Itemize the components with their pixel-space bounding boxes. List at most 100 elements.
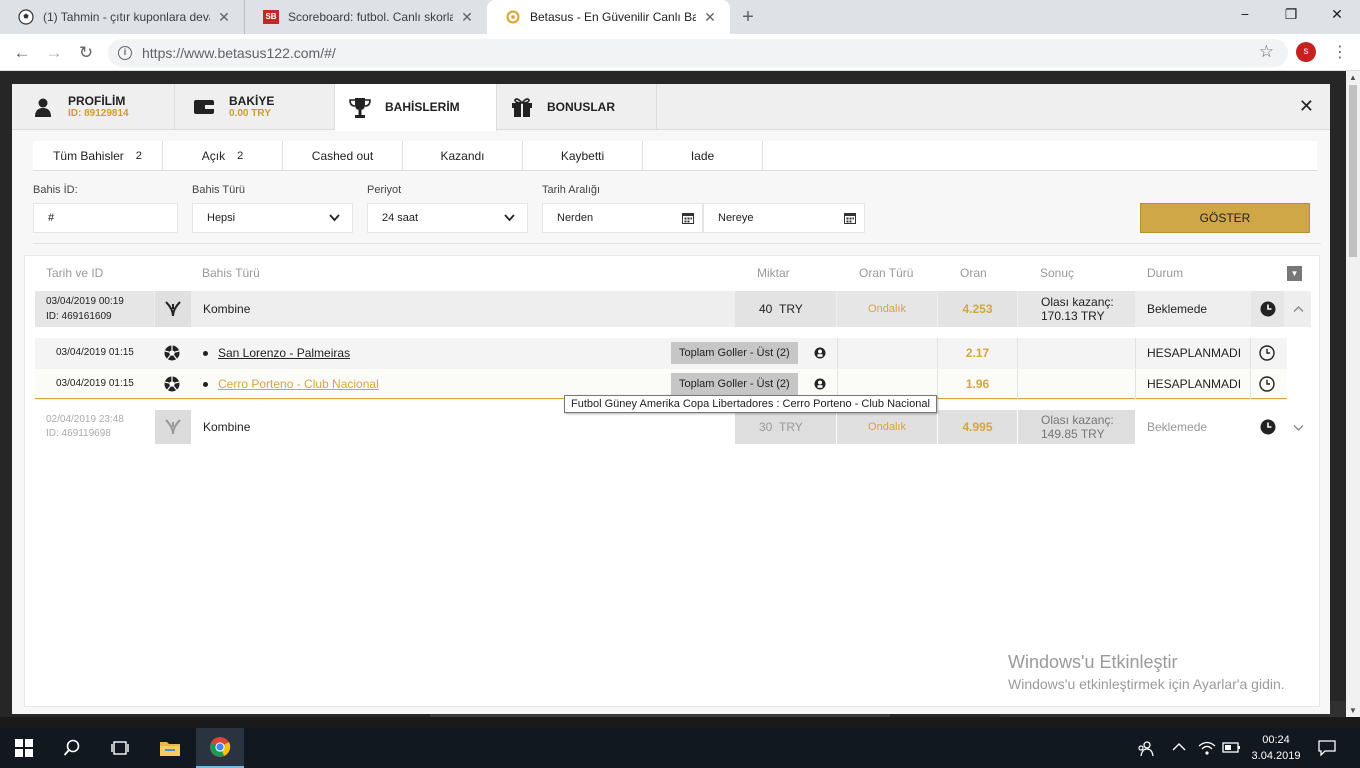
restore-button[interactable]: ❐ <box>1268 0 1314 30</box>
close-tab-icon[interactable]: ✕ <box>216 9 232 26</box>
odds-value: 4.253 <box>938 291 1017 327</box>
menu-kebab-icon[interactable]: ⋮ <box>1332 42 1348 62</box>
subtab-tum-bahisler[interactable]: Tüm Bahisler 2 <box>33 141 163 171</box>
modal-header: PROFİLİM ID: 89129814 BAKİYE 0.00 TRY BA… <box>12 84 1330 131</box>
chevron-down-icon <box>504 212 515 226</box>
collapse-all-icon[interactable]: ▼ <box>1287 266 1302 281</box>
odds-value: 4.995 <box>938 410 1017 444</box>
close-tab-icon[interactable]: ✕ <box>459 9 475 26</box>
amount-currency: TRY <box>779 302 803 316</box>
amount-currency: TRY <box>779 420 803 434</box>
profile-id: ID: 89129814 <box>68 108 129 119</box>
info-icon[interactable]: i <box>118 46 132 60</box>
window-close-button[interactable]: ✕ <box>1314 0 1360 30</box>
browser-tab-tahmin[interactable]: (1) Tahmin - çıtır kuponlara devam ✕ <box>0 0 244 34</box>
date-to-input[interactable]: Nereye <box>703 203 865 233</box>
face-icon <box>814 347 826 362</box>
amount-value: 30 <box>759 420 773 434</box>
bahis-turu-select[interactable]: Hepsi <box>192 203 353 233</box>
scrollbar-thumb[interactable] <box>1349 85 1357 257</box>
calendar-icon[interactable] <box>682 212 694 224</box>
task-view-icon[interactable] <box>96 728 144 768</box>
result-value: 170.13 TRY <box>1041 309 1105 323</box>
bet-filter-tabs: Tüm Bahisler 2 Açık 2 Cashed out Kazandı K… <box>33 141 1317 171</box>
new-tab-button[interactable]: + <box>738 6 758 28</box>
file-explorer-icon[interactable] <box>146 728 194 768</box>
date-from-input[interactable]: Nerden <box>542 203 703 233</box>
subtab-iade[interactable]: Iade <box>643 141 763 171</box>
bet-row[interactable]: 03/04/2019 00:19 ID: 469161609 Kombine 4… <box>35 291 1311 327</box>
chrome-taskbar-icon[interactable] <box>196 728 244 768</box>
subtab-acik[interactable]: Açık 2 <box>163 141 283 171</box>
selection-odds: 1.96 <box>965 377 990 391</box>
subtab-label: Cashed out <box>311 149 374 163</box>
chevron-down-icon[interactable] <box>1285 410 1311 444</box>
tarih-araligi-label: Tarih Aralığı <box>542 184 601 196</box>
tab-bahislerim[interactable]: BAHİSLERİM <box>335 84 497 131</box>
wallet-icon <box>191 96 217 118</box>
profile-avatar[interactable]: s <box>1296 42 1316 62</box>
bahis-turu-value: Hepsi <box>207 212 236 224</box>
bahis-id-input[interactable]: # <box>33 203 178 233</box>
bahis-id-label: Bahis İD: <box>33 184 78 196</box>
subtab-kazandi[interactable]: Kazandı <box>403 141 523 171</box>
header-durum: Durum <box>1147 266 1184 280</box>
browser-tab-scoreboard[interactable]: SB Scoreboard: futbol. Canlı skorlar, ✕ <box>244 0 487 34</box>
tab-profilim[interactable]: PROFİLİM ID: 89129814 <box>12 84 175 130</box>
divider <box>837 338 838 368</box>
bet-status: Beklemede <box>1136 410 1250 444</box>
chevron-up-tray-icon[interactable] <box>1172 740 1186 757</box>
chevron-up-icon[interactable] <box>1285 291 1311 327</box>
windows-start-icon[interactable] <box>0 728 48 768</box>
wifi-icon[interactable] <box>1198 740 1216 759</box>
bet-date-id: 02/04/2019 23:48 ID: 469119698 <box>35 410 154 444</box>
windows-activation-watermark: Windows'u Etkinleştir Windows'u etkinleş… <box>1008 652 1285 692</box>
selection-match-link[interactable]: Cerro Porteno - Club Nacional <box>218 377 379 391</box>
selection-match-link[interactable]: San Lorenzo - Palmeiras <box>218 346 350 360</box>
tab-label: BAKİYE <box>229 94 275 108</box>
reload-icon[interactable]: ↻ <box>74 41 98 65</box>
forward-arrow-icon[interactable]: → <box>42 41 66 65</box>
combo-icon <box>155 410 191 444</box>
watermark-subtitle: Windows'u etkinleştirmek için Ayarlar'a … <box>1008 676 1285 692</box>
bahis-id-value: # <box>48 212 55 224</box>
selection-row[interactable]: 03/04/2019 01:15 San Lorenzo - Palmeiras… <box>35 338 1287 368</box>
browser-tab-betasus[interactable]: Betasus - En Güvenilir Canlı Bahis ✕ <box>487 0 730 34</box>
notification-icon[interactable] <box>1318 740 1336 759</box>
calendar-icon[interactable] <box>844 212 856 224</box>
modal-close-icon[interactable]: ✕ <box>1299 96 1314 117</box>
back-arrow-icon[interactable]: ← <box>10 41 34 65</box>
soccer-ball-icon <box>18 9 34 25</box>
bet-result: Olası kazanç: 149.85 TRY <box>1018 410 1135 444</box>
page-scrollbar[interactable]: ▲ ▼ <box>1346 71 1360 717</box>
subtab-kaybetti[interactable]: Kaybetti <box>523 141 643 171</box>
watermark-title: Windows'u Etkinleştir <box>1008 652 1178 672</box>
scroll-down-arrow-icon[interactable]: ▼ <box>1346 706 1360 715</box>
browser-tab-title: Betasus - En Güvenilir Canlı Bahis <box>530 10 696 24</box>
scroll-up-arrow-icon[interactable]: ▲ <box>1346 73 1360 82</box>
periyot-select[interactable]: 24 saat <box>367 203 528 233</box>
trophy-icon <box>347 97 373 119</box>
periyot-value: 24 saat <box>382 212 419 224</box>
subtab-label: Kaybetti <box>560 149 605 163</box>
subtab-cashed-out[interactable]: Cashed out <box>283 141 403 171</box>
goster-button[interactable]: GÖSTER <box>1140 203 1310 233</box>
user-icon <box>30 96 56 118</box>
tab-bakiye[interactable]: BAKİYE 0.00 TRY <box>175 84 335 130</box>
odds-type: Ondalık <box>837 410 937 444</box>
battery-icon[interactable] <box>1222 740 1242 757</box>
minimize-button[interactable]: − <box>1222 0 1268 30</box>
bets-table: Tarih ve ID Bahis Türü Miktar Oran Türü … <box>24 255 1320 707</box>
close-tab-icon[interactable]: ✕ <box>702 9 718 26</box>
bet-selections: 03/04/2019 01:15 San Lorenzo - Palmeiras… <box>35 338 1287 400</box>
clock-outline-icon <box>1259 345 1275 364</box>
taskbar-clock[interactable]: 00:24 3.04.2019 <box>1250 732 1302 764</box>
address-bar[interactable]: i https://www.betasus122.com/#/ ☆ <box>108 39 1288 67</box>
tab-label: BAHİSLERİM <box>385 100 460 114</box>
selection-date: 03/04/2019 01:15 <box>56 378 134 389</box>
search-icon[interactable] <box>48 728 96 768</box>
tab-bonuslar[interactable]: BONUSLAR <box>497 84 657 130</box>
bookmark-star-icon[interactable]: ☆ <box>1259 42 1274 62</box>
bet-row[interactable]: 02/04/2019 23:48 ID: 469119698 Kombine 3… <box>35 410 1311 444</box>
people-icon[interactable] <box>1136 740 1154 761</box>
